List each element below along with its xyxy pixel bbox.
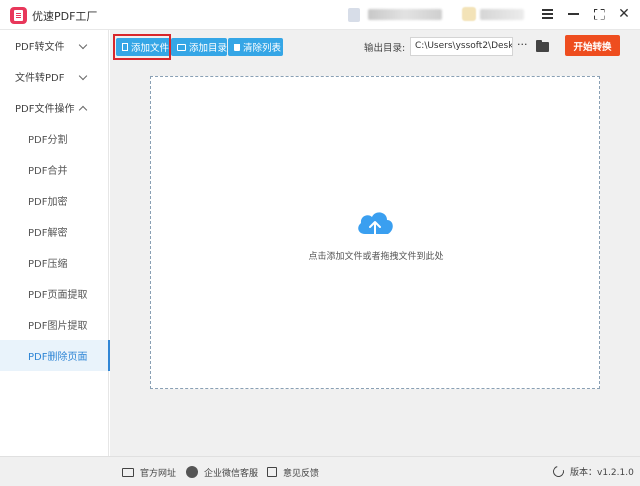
start-convert-button[interactable]: 开始转换 (565, 35, 620, 56)
version-info[interactable]: 版本：v1.2.1.0 (550, 463, 634, 480)
app-title: 优速PDF工厂 (32, 10, 98, 23)
folder-icon (177, 43, 186, 51)
sidebar-group-file-to-pdf[interactable]: 文件转PDF (0, 61, 109, 92)
sidebar: PDF转文件 文件转PDF PDF文件操作 PDF分割 PDF合并 PDF加密 … (0, 30, 110, 456)
close-icon[interactable]: ✕ (615, 5, 633, 23)
wechat-icon (186, 466, 198, 478)
sidebar-item-pdf-decrypt[interactable]: PDF解密 (0, 216, 109, 247)
sidebar-item-label: PDF合并 (28, 166, 68, 177)
version-label: 版本：v1.2.1.0 (570, 468, 634, 478)
output-path-field[interactable]: C:\Users\yssoft2\Deskt (410, 37, 513, 56)
file-dropzone[interactable]: 点击添加文件或者拖拽文件到此处 (150, 76, 600, 389)
minimize-icon[interactable] (564, 5, 582, 23)
maximize-icon[interactable] (590, 5, 608, 23)
sidebar-item-label: PDF解密 (28, 228, 68, 239)
feedback-icon (267, 467, 277, 477)
feedback-label: 意见反馈 (283, 468, 320, 479)
chevron-down-icon (78, 71, 88, 81)
sidebar-item-label: PDF删除页面 (28, 352, 88, 363)
annotation-highlight-box (113, 34, 171, 60)
cloud-upload-icon (358, 212, 393, 236)
website-icon (122, 467, 134, 477)
official-website-link[interactable]: 官方网址 (122, 465, 176, 479)
clear-list-label: 清除列表 (243, 43, 282, 54)
dropzone-hint: 点击添加文件或者拖拽文件到此处 (308, 252, 444, 262)
sidebar-item-pdf-encrypt[interactable]: PDF加密 (0, 185, 109, 216)
app-logo-icon (10, 7, 27, 24)
sidebar-item-pdf-page-extract[interactable]: PDF页面提取 (0, 278, 109, 309)
sidebar-group-pdf-operations[interactable]: PDF文件操作 (0, 92, 109, 123)
user-avatar-icon[interactable] (348, 8, 360, 22)
sidebar-item-pdf-compress[interactable]: PDF压缩 (0, 247, 109, 278)
chevron-down-icon (78, 40, 88, 50)
sidebar-group-pdf-to-file[interactable]: PDF转文件 (0, 30, 109, 61)
sidebar-group-label: PDF文件操作 (15, 104, 75, 115)
title-bar: 优速PDF工厂 ✕ (0, 0, 640, 30)
sidebar-item-pdf-delete-pages[interactable]: PDF删除页面 (0, 340, 110, 371)
official-website-label: 官方网址 (140, 468, 177, 479)
sidebar-item-pdf-split[interactable]: PDF分割 (0, 123, 109, 154)
clear-list-button[interactable]: 清除列表 (228, 38, 283, 56)
feedback-link[interactable]: 意见反馈 (267, 465, 319, 479)
user-info-blurred[interactable] (368, 9, 442, 20)
main-panel: 添加文件 添加目录 清除列表 输出目录: C:\Users\yssoft2\De… (110, 30, 640, 456)
menu-icon[interactable] (538, 5, 556, 23)
open-folder-icon[interactable] (536, 40, 549, 52)
sidebar-item-label: PDF加密 (28, 197, 68, 208)
sidebar-item-label: PDF压缩 (28, 259, 68, 270)
sidebar-item-label: PDF页面提取 (28, 290, 88, 301)
sidebar-item-pdf-image-extract[interactable]: PDF图片提取 (0, 309, 109, 340)
add-directory-button[interactable]: 添加目录 (171, 38, 227, 56)
footer-bar: 官方网址 企业微信客服 意见反馈 版本：v1.2.1.0 (0, 456, 640, 486)
sidebar-item-label: PDF图片提取 (28, 321, 88, 332)
output-directory-label: 输出目录: (364, 43, 406, 54)
sidebar-item-label: PDF分割 (28, 135, 68, 146)
vip-badge-icon[interactable] (462, 7, 476, 21)
sidebar-group-label: PDF转文件 (15, 42, 65, 53)
refresh-icon (550, 463, 567, 480)
wechat-support-label: 企业微信客服 (204, 468, 259, 479)
wechat-support-link[interactable]: 企业微信客服 (186, 465, 258, 479)
vip-info-blurred[interactable] (480, 9, 524, 20)
sidebar-item-pdf-merge[interactable]: PDF合并 (0, 154, 109, 185)
add-directory-label: 添加目录 (189, 43, 228, 54)
chevron-up-icon (78, 105, 88, 115)
sidebar-group-label: 文件转PDF (15, 73, 65, 84)
trash-icon (234, 43, 240, 51)
more-options-icon[interactable]: ··· (517, 38, 528, 51)
